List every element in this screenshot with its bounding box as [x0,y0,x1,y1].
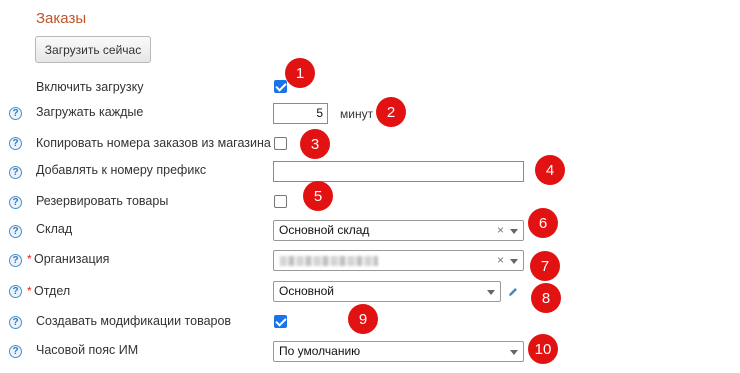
badge-6: 6 [528,208,558,238]
help-icon[interactable]: ? [9,166,22,179]
create-mods-label: Создавать модификации товаров [36,314,232,328]
badge-7: 7 [530,251,560,281]
warehouse-label: Склад [36,222,73,236]
help-icon[interactable]: ? [9,107,22,120]
badge-8: 8 [531,283,561,313]
dropdown-arrow-icon[interactable] [487,290,495,295]
enable-load-label: Включить загрузку [36,80,144,94]
reserve-label: Резервировать товары [36,194,169,208]
timezone-value: По умолчанию [279,344,361,358]
help-icon[interactable]: ? [9,345,22,358]
required-mark: * [27,284,32,298]
badge-10: 10 [528,334,558,364]
badge-5: 5 [303,181,333,211]
department-value: Основной [279,284,335,298]
timezone-label: Часовой пояс ИМ [36,343,139,357]
load-every-label: Загружать каждые [36,105,144,119]
create-mods-checkbox[interactable] [274,315,287,328]
badge-1: 1 [285,58,315,88]
section-title: Заказы [36,10,87,27]
badge-4: 4 [535,155,565,185]
organization-label: Организация [34,252,110,266]
badge-2: 2 [376,97,406,127]
clear-icon[interactable]: × [497,221,504,240]
load-every-input[interactable]: 5 [273,103,328,124]
warehouse-value: Основной склад [279,223,370,237]
dropdown-arrow-icon[interactable] [510,350,518,355]
help-icon[interactable]: ? [9,316,22,329]
dropdown-arrow-icon[interactable] [510,229,518,234]
load-now-button[interactable]: Загрузить сейчас [35,36,151,63]
badge-9: 9 [348,304,378,334]
dropdown-arrow-icon[interactable] [510,259,518,264]
organization-value-obscured [280,256,378,266]
pencil-icon[interactable] [507,286,519,298]
copy-numbers-label: Копировать номера заказов из магазина [36,136,271,150]
department-label: Отдел [34,284,71,298]
timezone-select[interactable]: По умолчанию [273,341,524,362]
badge-3: 3 [300,129,330,159]
help-icon[interactable]: ? [9,225,22,238]
organization-select[interactable]: × [273,250,524,271]
enable-load-checkbox[interactable] [274,80,287,93]
prefix-label: Добавлять к номеру префикс [36,163,207,177]
help-icon[interactable]: ? [9,285,22,298]
minutes-unit: минут [340,107,374,121]
clear-icon[interactable]: × [497,251,504,270]
prefix-input[interactable] [273,161,524,182]
required-mark: * [27,252,32,266]
department-select[interactable]: Основной [273,281,501,302]
help-icon[interactable]: ? [9,196,22,209]
help-icon[interactable]: ? [9,137,22,150]
warehouse-select[interactable]: Основной склад × [273,220,524,241]
copy-numbers-checkbox[interactable] [274,137,287,150]
reserve-checkbox[interactable] [274,195,287,208]
help-icon[interactable]: ? [9,254,22,267]
